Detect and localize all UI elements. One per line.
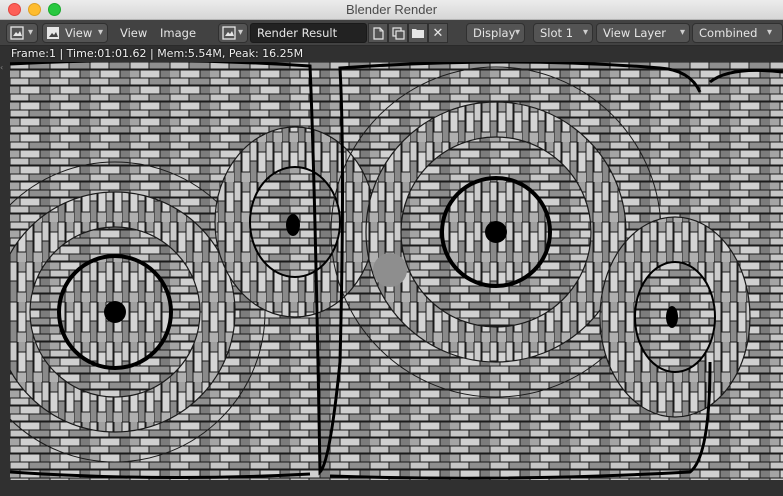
display-dropdown[interactable]: Display ▾ xyxy=(466,23,525,43)
new-file-icon xyxy=(373,26,384,40)
chevron-down-icon: ▾ xyxy=(514,27,520,38)
image-name-field[interactable]: Render Result xyxy=(250,23,367,43)
view-mode-label: View xyxy=(65,26,93,40)
view-mode-dropdown[interactable]: View ▾ xyxy=(42,23,108,43)
toolbar-toggle-icon[interactable]: ‹ xyxy=(0,63,6,73)
menu-view[interactable]: View xyxy=(114,23,150,43)
duplicate-image-button[interactable] xyxy=(388,23,408,43)
chevron-down-icon: ▾ xyxy=(766,27,772,38)
unlink-image-button[interactable]: ✕ xyxy=(428,23,448,43)
folder-icon xyxy=(412,29,424,38)
display-label: Display xyxy=(473,26,516,40)
image-editor-header: ▾ View ▾ View Image ▾ Render Result ✕ Di… xyxy=(0,20,783,46)
editor-type-selector[interactable]: ▾ xyxy=(6,23,38,43)
render-pass-dropdown[interactable]: Combined ▾ xyxy=(692,23,783,43)
window-titlebar: Blender Render xyxy=(0,0,783,20)
render-stats: Frame:1 | Time:01:01.62 | Mem:5.54M, Pea… xyxy=(11,47,304,60)
menu-image-label: Image xyxy=(160,26,197,40)
chevron-down-icon: ▾ xyxy=(582,27,588,38)
view-layer-label: View Layer xyxy=(603,26,667,40)
image-viewport[interactable]: ‹ ‹ xyxy=(0,46,783,496)
open-image-button[interactable] xyxy=(408,23,428,43)
menu-view-label: View xyxy=(120,26,148,40)
image-editor-icon xyxy=(10,26,26,40)
close-icon: ✕ xyxy=(432,25,444,41)
swirl-center-left xyxy=(214,126,376,318)
chevron-down-icon: ▾ xyxy=(27,27,33,38)
slot-dropdown[interactable]: Slot 1 ▾ xyxy=(533,23,593,43)
image-browse-button[interactable]: ▾ xyxy=(218,23,248,43)
duplicate-icon xyxy=(391,26,405,40)
image-browse-icon xyxy=(222,26,238,40)
chevron-down-icon: ▾ xyxy=(237,27,243,38)
menu-image[interactable]: Image xyxy=(154,23,200,43)
render-pass-label: Combined xyxy=(699,26,758,40)
window-title: Blender Render xyxy=(345,2,438,17)
render-result-image xyxy=(10,62,783,480)
image-view-icon xyxy=(46,26,62,40)
new-image-button[interactable] xyxy=(368,23,388,43)
view-layer-dropdown[interactable]: View Layer ▾ xyxy=(596,23,690,43)
chevron-down-icon: ▾ xyxy=(97,27,103,38)
chevron-down-icon: ▾ xyxy=(679,27,685,38)
swirl-right xyxy=(599,216,751,418)
slot-label: Slot 1 xyxy=(540,26,574,40)
